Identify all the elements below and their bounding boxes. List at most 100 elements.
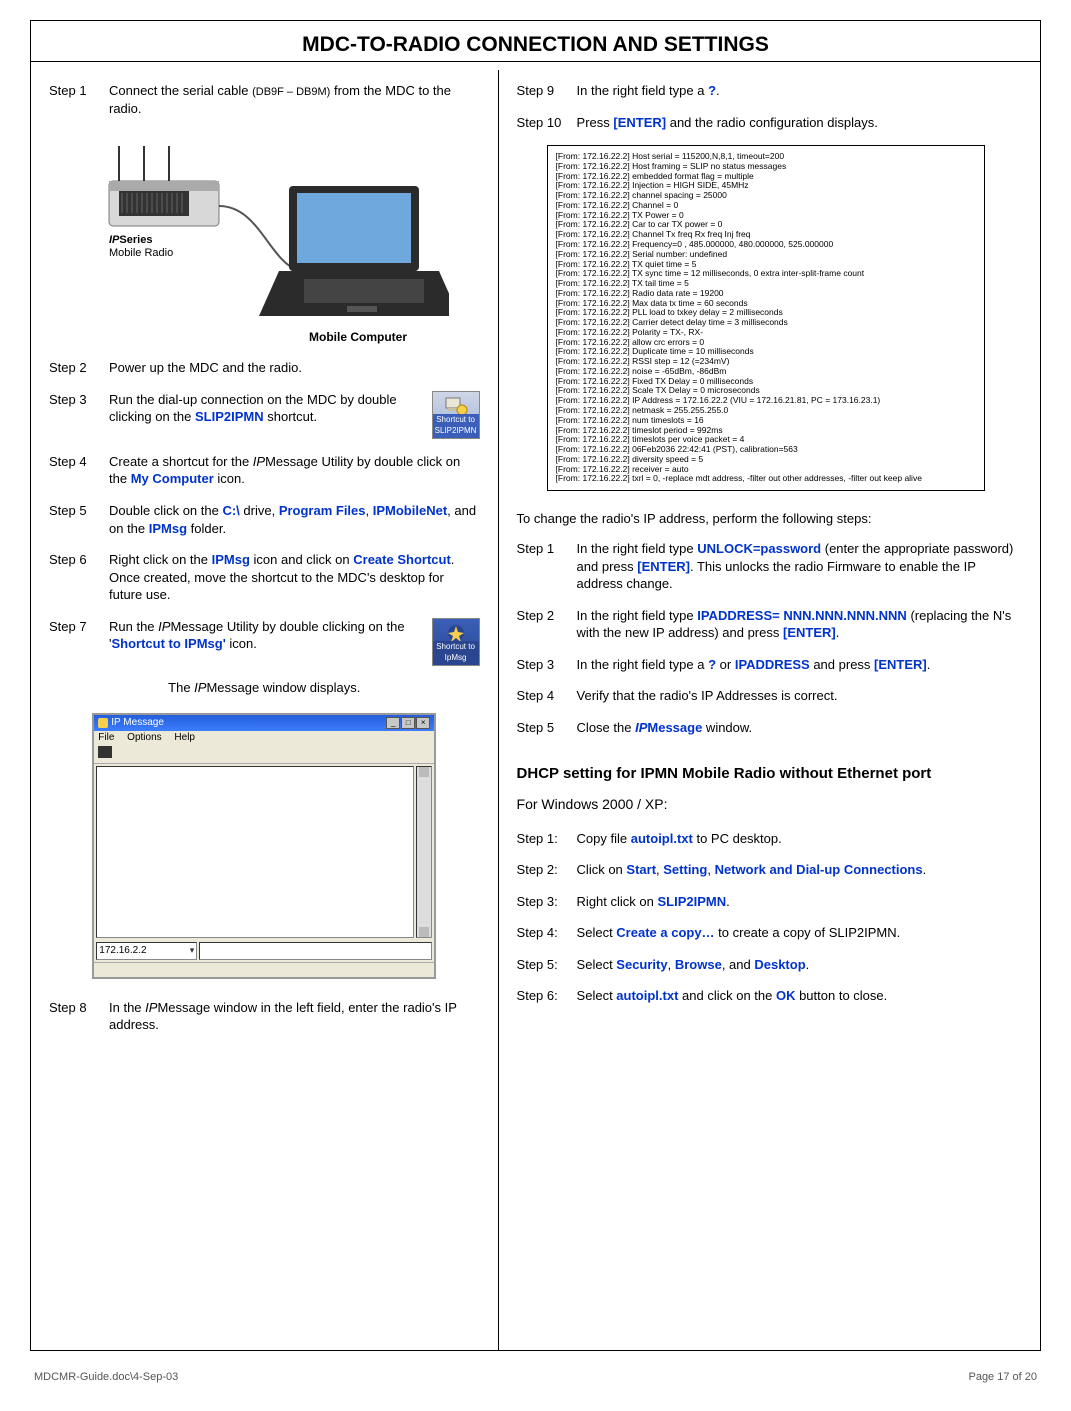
- minimize-button[interactable]: _: [386, 717, 400, 729]
- text: Message window displays.: [206, 680, 360, 695]
- page-title: MDC-TO-RADIO CONNECTION AND SETTINGS: [31, 29, 1040, 62]
- text: icon.: [214, 471, 245, 486]
- window-menubar: File Options Help: [94, 731, 434, 744]
- maximize-button[interactable]: □: [401, 717, 415, 729]
- step-label: Step 6:: [517, 987, 577, 1005]
- link-security: Security: [616, 957, 667, 972]
- step-label: Step 5: [49, 502, 109, 537]
- link-create-shortcut: Create Shortcut: [353, 552, 451, 567]
- text: icon and click on: [250, 552, 353, 567]
- step-label: Step 4: [49, 453, 109, 488]
- text: Run the: [109, 619, 158, 634]
- text: Right click on the: [109, 552, 212, 567]
- step-9: Step 9 In the right field type a ?.: [517, 82, 1022, 100]
- ip-italic: IP: [145, 1000, 157, 1015]
- change-step-3: Step 3 In the right field type a ? or IP…: [517, 656, 1022, 674]
- save-icon[interactable]: [98, 746, 112, 758]
- step-label: Step 3: [49, 391, 109, 439]
- svg-text:Mobile Radio: Mobile Radio: [109, 247, 173, 259]
- step-label: Step 7: [49, 618, 109, 666]
- link-setting: Setting: [663, 862, 707, 877]
- text: Copy file: [577, 831, 631, 846]
- ok-button-ref: OK: [776, 988, 796, 1003]
- step-4: Step 4 Create a shortcut for the IPMessa…: [49, 453, 480, 488]
- text: The: [168, 680, 194, 695]
- figure-radio-and-laptop: IPSeries Mobile Radio Mobile Computer: [89, 131, 480, 351]
- text: .: [836, 625, 840, 640]
- menu-file[interactable]: File: [98, 732, 114, 743]
- cmd-ipaddress: IPADDRESS= NNN.NNN.NNN.NNN: [697, 608, 907, 623]
- text: In the right field type a: [577, 657, 709, 672]
- menu-help[interactable]: Help: [174, 732, 195, 743]
- close-button[interactable]: ×: [416, 717, 430, 729]
- text: In the right field type a: [577, 83, 709, 98]
- text: Verify that the radio's IP Addresses is …: [577, 687, 1022, 705]
- question-mark: ?: [708, 83, 716, 98]
- text: folder.: [187, 521, 226, 536]
- text: In the right field type: [577, 608, 698, 623]
- step-label: Step 2: [517, 607, 577, 642]
- menu-options[interactable]: Options: [127, 732, 161, 743]
- step-label: Step 2: [49, 359, 109, 377]
- radio-config-output: [From: 172.16.22.2] Host serial = 115200…: [547, 145, 985, 491]
- ip-address-dropdown[interactable]: 172.16.2.2: [96, 942, 197, 960]
- text: , and: [722, 957, 755, 972]
- dhcp-step-1: Step 1: Copy file autoipl.txt to PC desk…: [517, 830, 1022, 848]
- text: In the right field type: [577, 541, 698, 556]
- change-step-1: Step 1 In the right field type UNLOCK=pa…: [517, 540, 1022, 593]
- text: Select: [577, 957, 617, 972]
- config-line: [From: 172.16.22.2] txrl = 0, -replace m…: [556, 474, 976, 484]
- link-slip2ipmn: SLIP2IPMN: [195, 409, 264, 424]
- page-footer: MDCMR-Guide.doc\4-Sep-03 Page 17 of 20: [30, 1351, 1041, 1383]
- text: drive,: [240, 503, 279, 518]
- icon-caption: Shortcut to IpMsg: [433, 641, 479, 665]
- right-column: Step 9 In the right field type a ?. Step…: [499, 70, 1040, 1350]
- slip2ipmn-shortcut-icon: Shortcut to SLIP2IPMN: [432, 391, 480, 439]
- step-2: Step 2 Power up the MDC and the radio.: [49, 359, 480, 377]
- text: Right click on: [577, 894, 658, 909]
- link-browse: Browse: [675, 957, 722, 972]
- window-statusbar: [94, 962, 434, 977]
- ipmessage-bold: Message: [647, 720, 702, 735]
- svg-text:Mobile Computer: Mobile Computer: [309, 330, 407, 344]
- dhcp-step-2: Step 2: Click on Start, Setting, Network…: [517, 861, 1022, 879]
- ip-italic: IP: [158, 619, 170, 634]
- link-start: Start: [626, 862, 656, 877]
- icon-caption: Shortcut to SLIP2IPMN: [433, 414, 479, 438]
- link-ipmsg-folder: IPMsg: [149, 521, 187, 536]
- footer-right: Page 17 of 20: [968, 1371, 1037, 1383]
- link-shortcut-to-ipmsg: Shortcut to IPMsg': [111, 636, 225, 651]
- ipmsg-shortcut-icon: Shortcut to IpMsg: [432, 618, 480, 666]
- window-titlebar: IP Message _□×: [94, 715, 434, 731]
- footer-left: MDCMR-Guide.doc\4-Sep-03: [34, 1371, 178, 1383]
- text: Press: [577, 115, 614, 130]
- step-label: Step 1: [517, 540, 577, 593]
- text: ,: [366, 503, 373, 518]
- left-column: Step 1 Connect the serial cable (DB9F – …: [31, 70, 499, 1350]
- change-ip-intro: To change the radio's IP address, perfor…: [517, 511, 1022, 526]
- output-textarea[interactable]: [96, 766, 414, 938]
- question-mark: ?: [708, 657, 716, 672]
- dhcp-step-6: Step 6: Select autoipl.txt and click on …: [517, 987, 1022, 1005]
- file-autoipl: autoipl.txt: [616, 988, 678, 1003]
- cmd-unlock: UNLOCK=password: [697, 541, 821, 556]
- window-title: IP Message: [111, 717, 164, 728]
- text: and press: [810, 657, 874, 672]
- command-input[interactable]: [199, 942, 432, 960]
- text: Connect the serial cable: [109, 83, 252, 98]
- scrollbar[interactable]: [416, 766, 432, 938]
- enter-key: [ENTER]: [613, 115, 666, 130]
- text: Create a shortcut for the: [109, 454, 253, 469]
- file-autoipl: autoipl.txt: [631, 831, 693, 846]
- step-label: Step 5: [517, 719, 577, 737]
- step-10: Step 10 Press [ENTER] and the radio conf…: [517, 114, 1022, 132]
- step-label: Step 2:: [517, 861, 577, 879]
- step-label: Step 1:: [517, 830, 577, 848]
- link-program-files: Program Files: [279, 503, 366, 518]
- step-5: Step 5 Double click on the C:\ drive, Pr…: [49, 502, 480, 537]
- text: and click on the: [678, 988, 776, 1003]
- text: .: [806, 957, 810, 972]
- db-spec: (DB9F – DB9M): [252, 86, 330, 98]
- step-label: Step 10: [517, 114, 577, 132]
- text: ,: [707, 862, 714, 877]
